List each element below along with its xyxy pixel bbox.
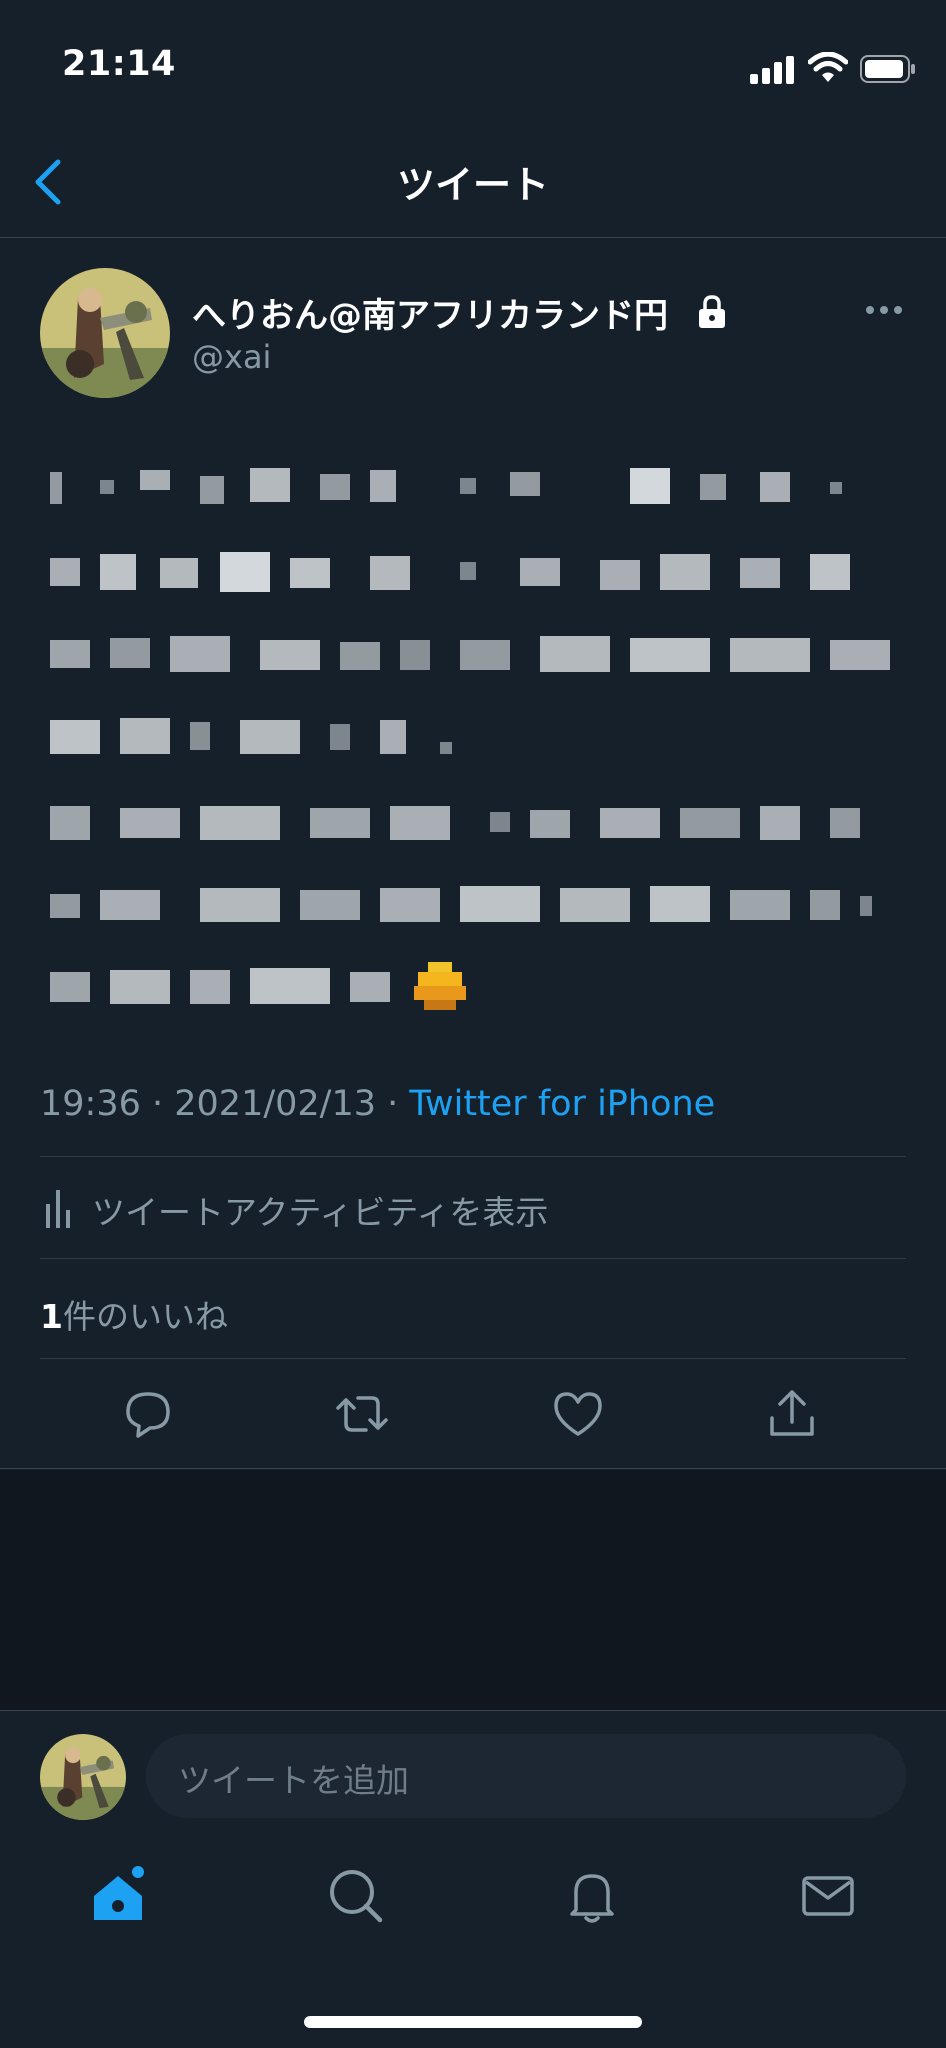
reply-icon[interactable] (120, 1386, 176, 1442)
home-icon[interactable] (88, 1866, 148, 1926)
emoji-icon (414, 962, 466, 1010)
tweet-date: 2021/02/13 (174, 1084, 376, 1124)
author-handle[interactable]: @xai (192, 338, 271, 376)
wifi-icon (808, 52, 848, 82)
mail-icon[interactable] (798, 1866, 858, 1926)
author-name[interactable]: へりおん@南アフリカランド円 (192, 288, 668, 337)
reply-placeholder: ツイートを追加 (178, 1761, 409, 1800)
censored-line (50, 718, 452, 754)
divider (0, 1710, 946, 1711)
avatar[interactable] (40, 268, 170, 398)
meta-separator: · (376, 1084, 410, 1124)
home-indicator (304, 2016, 642, 2028)
likes-number: 1 (40, 1297, 63, 1336)
censored-line (50, 468, 842, 504)
more-icon[interactable] (864, 300, 904, 320)
meta-separator: · (140, 1084, 175, 1124)
page-title: ツイート (396, 163, 549, 207)
my-avatar[interactable] (40, 1734, 126, 1820)
censored-line (50, 968, 390, 1004)
lock-icon (699, 295, 725, 328)
reply-input[interactable]: ツイートを追加 (146, 1734, 906, 1818)
censored-line (50, 886, 872, 922)
nav-divider (0, 237, 946, 238)
divider (0, 1468, 946, 1469)
tweet-meta: 19:36 · 2021/02/13 · Twitter for iPhone (40, 1084, 715, 1124)
censored-line (50, 806, 860, 840)
status-time: 21:14 (62, 44, 176, 84)
divider (40, 1258, 906, 1259)
bell-icon[interactable] (562, 1866, 622, 1926)
divider (40, 1156, 906, 1157)
likes-label: 件のいいね (62, 1297, 228, 1336)
search-icon[interactable] (326, 1866, 386, 1926)
likes-count[interactable]: 1件のいいね (40, 1290, 228, 1338)
censored-line (50, 636, 890, 672)
bar-chart-icon (46, 1190, 70, 1228)
signal-icon (750, 56, 794, 84)
tweet-activity-link[interactable]: ツイートアクティビティを表示 (92, 1186, 548, 1234)
tweet-source[interactable]: Twitter for iPhone (409, 1084, 715, 1124)
share-icon[interactable] (764, 1386, 820, 1442)
heart-icon[interactable] (550, 1386, 606, 1442)
battery-icon (860, 55, 915, 83)
tweet-time: 19:36 (40, 1084, 141, 1124)
empty-area (0, 1470, 946, 1710)
retweet-icon[interactable] (334, 1386, 390, 1442)
divider (40, 1358, 906, 1359)
censored-line (50, 552, 850, 592)
